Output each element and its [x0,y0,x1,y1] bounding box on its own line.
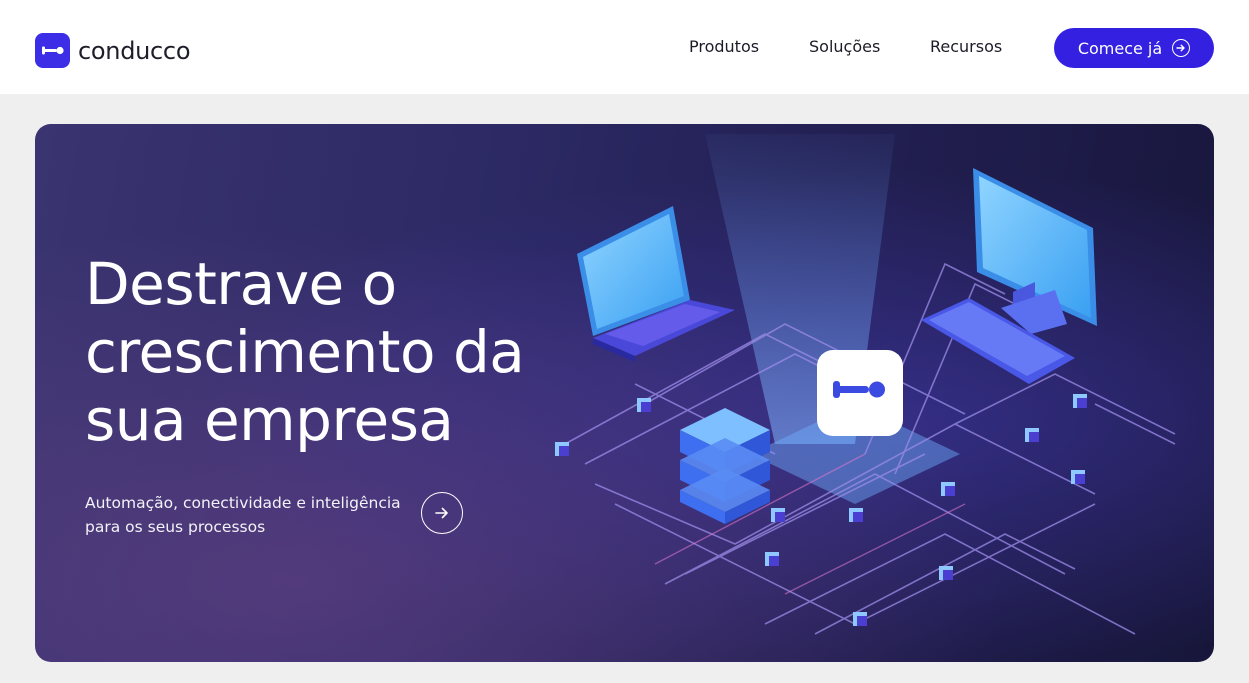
conducco-key-tile [817,350,903,436]
comece-ja-button[interactable]: Comece já [1054,28,1214,68]
hero-title: Destrave o crescimento da sua empresa [85,250,605,454]
cta-label: Comece já [1077,38,1163,58]
database-stack-icon [680,408,770,524]
site-header: conducco Produtos Soluções Recursos Come… [0,0,1249,94]
hero-subtitle: Automação, conectividade e inteligência … [85,494,401,536]
hero-title-line: sua empresa [85,386,454,454]
logo-key-icon [35,33,70,68]
network-illustration [555,134,1176,635]
arrow-right-circle-icon [1172,39,1191,57]
brand-logo[interactable]: conducco [35,33,191,68]
hero-title-line: Destrave o [85,250,397,318]
arrow-right-icon [435,507,448,519]
brand-name: conducco [78,36,191,65]
nav-item-recursos[interactable]: Recursos [930,37,1002,56]
nav-item-produtos[interactable]: Produtos [689,37,759,56]
hero-arrow-button[interactable] [421,492,463,534]
hero-banner: Destrave o crescimento da sua empresa Au… [35,124,1214,662]
hero-title-line: crescimento da [85,318,525,386]
nav-item-solucoes[interactable]: Soluções [809,37,880,56]
laptop-icon [577,206,735,362]
